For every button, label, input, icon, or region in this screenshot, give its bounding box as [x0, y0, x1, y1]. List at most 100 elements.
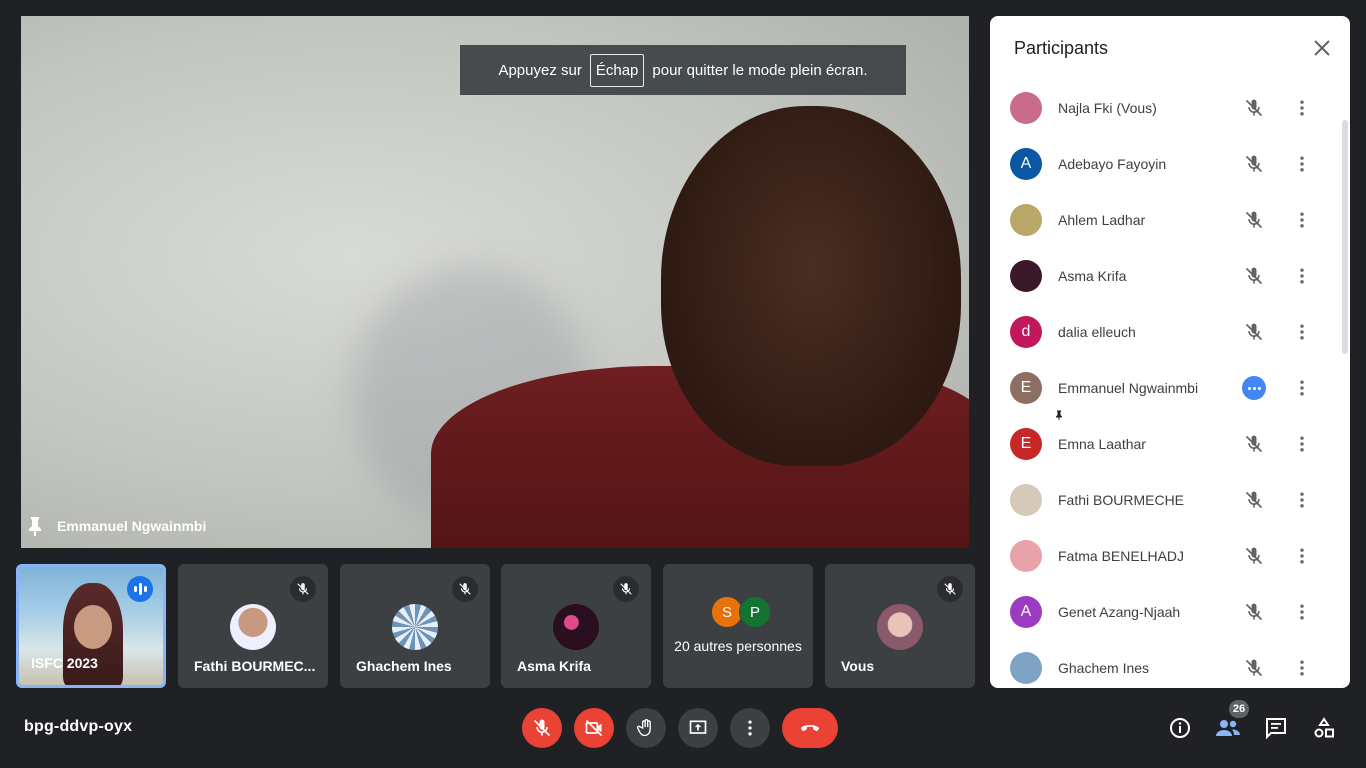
more-vert-icon[interactable]	[1290, 488, 1314, 512]
more-vert-icon[interactable]	[1290, 264, 1314, 288]
participant-name: Fatma BENELHADJ	[1058, 548, 1185, 564]
raise-hand-button[interactable]	[626, 708, 666, 748]
hangup-icon	[801, 725, 819, 732]
mic-off-icon[interactable]	[1242, 320, 1266, 344]
participant-name: Ghachem Ines	[1058, 660, 1150, 676]
more-vert-icon[interactable]	[1290, 320, 1314, 344]
avatar	[1010, 92, 1042, 124]
participant-name: Asma Krifa	[1058, 268, 1127, 284]
participant-row[interactable]: d dalia elleuch	[990, 304, 1350, 360]
more-vert-icon[interactable]	[1290, 152, 1314, 176]
more-options-button[interactable]	[730, 708, 770, 748]
participant-row[interactable]: Asma Krifa	[990, 248, 1350, 304]
main-video[interactable]: Appuyez sur Échap pour quitter le mode p…	[21, 16, 969, 548]
tile-name: ISFC 2023	[31, 655, 98, 671]
camera-toggle-button[interactable]	[574, 708, 614, 748]
avatar	[230, 604, 276, 650]
banner-prefix: Appuyez sur	[498, 61, 582, 79]
participant-row[interactable]: Najla Fki (Vous)	[990, 80, 1350, 136]
chat-button[interactable]	[1260, 712, 1292, 744]
tile-fathi[interactable]: Fathi BOURMEC...	[178, 564, 328, 688]
tile-ghachem[interactable]: Ghachem Ines	[340, 564, 490, 688]
more-vert-icon[interactable]	[1290, 600, 1314, 624]
mic-off-icon[interactable]	[1242, 96, 1266, 120]
meeting-details-button[interactable]	[1164, 712, 1196, 744]
avatar	[877, 604, 923, 650]
participant-name: Emmanuel Ngwainmbi	[1058, 380, 1199, 396]
banner-suffix: pour quitter le mode plein écran.	[652, 61, 868, 79]
more-vert-icon[interactable]	[1290, 96, 1314, 120]
more-vert-icon[interactable]	[1290, 544, 1314, 568]
avatar	[553, 604, 599, 650]
participant-row[interactable]: Ghachem Ines	[990, 640, 1350, 688]
chat-icon	[1266, 718, 1286, 740]
more-vert-icon	[748, 720, 752, 736]
participant-name: Ahlem Ladhar	[1058, 212, 1146, 228]
meeting-code: bpg-ddvp-oyx	[24, 718, 133, 735]
participant-name: Najla Fki (Vous)	[1058, 100, 1157, 116]
tile-others[interactable]: S P 20 autres personnes	[663, 564, 813, 688]
mic-off-icon[interactable]	[1242, 544, 1266, 568]
activities-icon	[1314, 717, 1334, 738]
participant-row[interactable]: Fatma BENELHADJ	[990, 528, 1350, 584]
participant-row[interactable]: E Emna Laathar	[990, 416, 1350, 472]
participant-face	[74, 605, 112, 649]
mic-off-icon[interactable]	[1242, 600, 1266, 624]
speaker-label: Emmanuel Ngwainmbi	[27, 516, 206, 536]
microphone-toggle-button[interactable]	[522, 708, 562, 748]
avatar	[1010, 540, 1042, 572]
mic-off-icon	[290, 576, 316, 602]
tile-isfc[interactable]: ISFC 2023	[16, 564, 166, 688]
mic-off-icon[interactable]	[1242, 208, 1266, 232]
present-screen-button[interactable]	[678, 708, 718, 748]
mic-off-icon	[937, 576, 963, 602]
speaking-indicator-icon	[1242, 376, 1266, 400]
avatar: E	[1010, 428, 1042, 460]
mic-off-icon[interactable]	[1242, 152, 1266, 176]
tile-self[interactable]: Vous	[825, 564, 975, 688]
tile-name: Ghachem Ines	[356, 658, 452, 674]
speaker-head	[661, 106, 961, 466]
more-vert-icon[interactable]	[1290, 376, 1314, 400]
present-icon	[689, 720, 707, 734]
participant-row[interactable]: Ahlem Ladhar	[990, 192, 1350, 248]
fullscreen-exit-banner: Appuyez sur Échap pour quitter le mode p…	[460, 45, 906, 95]
tile-name: Asma Krifa	[517, 658, 591, 674]
tile-name: Fathi BOURMEC...	[194, 658, 316, 674]
mic-off-icon[interactable]	[1242, 432, 1266, 456]
mic-off-icon[interactable]	[1242, 656, 1266, 680]
avatar: d	[1010, 316, 1042, 348]
leave-call-button[interactable]	[782, 708, 838, 748]
mic-off-icon[interactable]	[1242, 488, 1266, 512]
tile-name: Vous	[841, 658, 875, 674]
tile-asma[interactable]: Asma Krifa	[501, 564, 651, 688]
participant-name: Fathi BOURMECHE	[1058, 492, 1185, 508]
more-vert-icon[interactable]	[1290, 656, 1314, 680]
more-vert-icon[interactable]	[1290, 432, 1314, 456]
mic-off-icon	[533, 719, 551, 737]
speaker-name: Emmanuel Ngwainmbi	[57, 518, 207, 534]
hand-icon	[636, 719, 651, 737]
participant-list: Najla Fki (Vous) A Adebayo Fayoyin Ahlem La…	[990, 80, 1350, 688]
participant-row[interactable]: E Emmanuel Ngwainmbi	[990, 360, 1350, 422]
participants-panel: Participants Najla Fki (Vous) A Adebayo Fa…	[990, 16, 1350, 688]
close-icon[interactable]	[1310, 36, 1334, 60]
participant-name: dalia elleuch	[1058, 324, 1136, 340]
avatar	[1010, 260, 1042, 292]
participant-row[interactable]: A Genet Azang-Njaah	[990, 584, 1350, 640]
avatar	[1010, 204, 1042, 236]
info-icon	[1170, 718, 1190, 738]
mic-off-icon	[452, 576, 478, 602]
speaking-indicator-icon	[127, 576, 153, 602]
more-vert-icon[interactable]	[1290, 208, 1314, 232]
participant-row[interactable]: A Adebayo Fayoyin	[990, 136, 1350, 192]
people-icon	[1216, 720, 1240, 736]
participant-row[interactable]: Fathi BOURMECHE	[990, 472, 1350, 528]
escape-key-hint: Échap	[589, 53, 645, 87]
mic-off-icon[interactable]	[1242, 264, 1266, 288]
avatar	[1010, 484, 1042, 516]
avatar: P	[739, 596, 771, 628]
pin-icon[interactable]	[27, 516, 43, 536]
participant-count-badge: 26	[1229, 700, 1249, 718]
activities-button[interactable]	[1308, 712, 1340, 744]
